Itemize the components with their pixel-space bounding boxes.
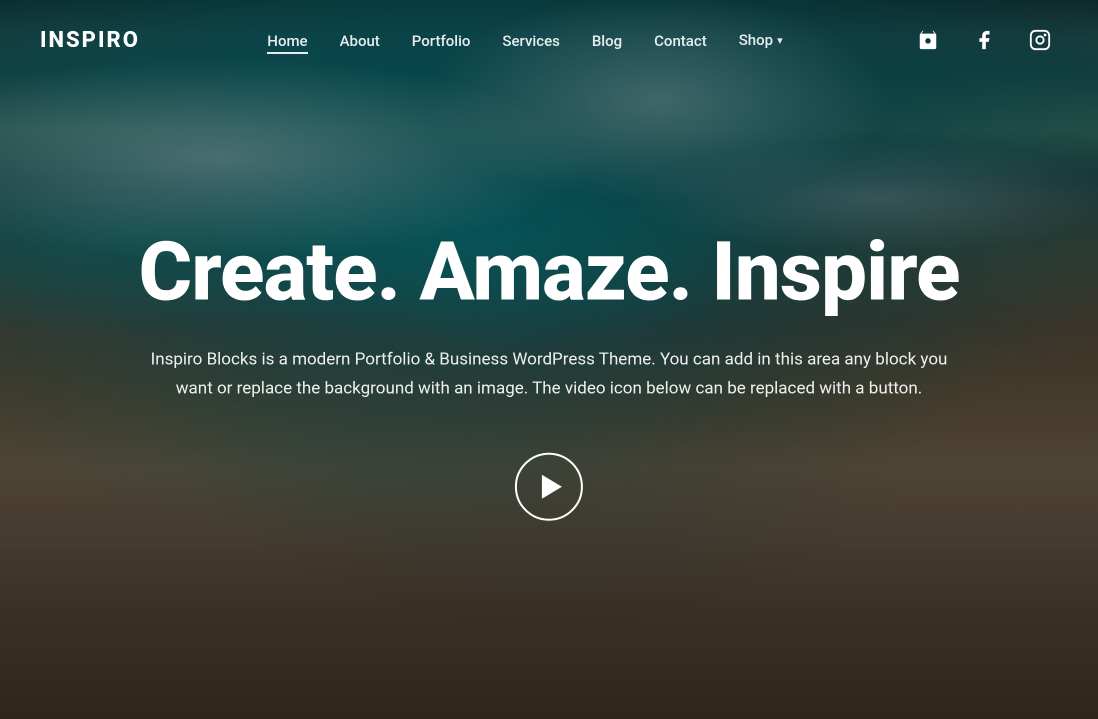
instagram-icon — [1029, 29, 1051, 51]
cart-button[interactable] — [910, 22, 946, 58]
nav-link-services[interactable]: Services — [502, 32, 559, 50]
main-nav: INSPIRO Home About Portfolio Services Bl… — [0, 0, 1098, 80]
nav-link-contact[interactable]: Contact — [654, 32, 707, 50]
hero-subtitle: Inspiro Blocks is a modern Portfolio & B… — [139, 345, 959, 403]
nav-link-home[interactable]: Home — [267, 32, 307, 54]
nav-link-about[interactable]: About — [340, 32, 380, 50]
nav-item-portfolio[interactable]: Portfolio — [412, 31, 471, 50]
play-button[interactable] — [515, 453, 583, 521]
nav-item-about[interactable]: About — [340, 31, 380, 50]
nav-link-blog[interactable]: Blog — [592, 32, 622, 50]
nav-link-portfolio[interactable]: Portfolio — [412, 32, 471, 50]
nav-icons — [910, 22, 1058, 58]
facebook-button[interactable] — [966, 22, 1002, 58]
facebook-icon — [973, 29, 995, 51]
play-icon — [542, 475, 562, 499]
nav-item-blog[interactable]: Blog — [592, 31, 622, 50]
nav-item-shop[interactable]: Shop ▾ — [739, 31, 783, 49]
cart-icon — [917, 29, 939, 51]
instagram-button[interactable] — [1022, 22, 1058, 58]
nav-item-contact[interactable]: Contact — [654, 31, 707, 50]
chevron-down-icon: ▾ — [777, 34, 783, 47]
nav-link-shop[interactable]: Shop ▾ — [739, 31, 783, 49]
hero-title: Create. Amaze. Inspire — [55, 227, 1043, 317]
site-logo[interactable]: INSPIRO — [40, 28, 140, 53]
hero-content: Create. Amaze. Inspire Inspiro Blocks is… — [55, 227, 1043, 521]
nav-item-services[interactable]: Services — [502, 31, 559, 50]
nav-item-home[interactable]: Home — [267, 31, 307, 50]
nav-links: Home About Portfolio Services Blog Conta… — [267, 31, 782, 50]
